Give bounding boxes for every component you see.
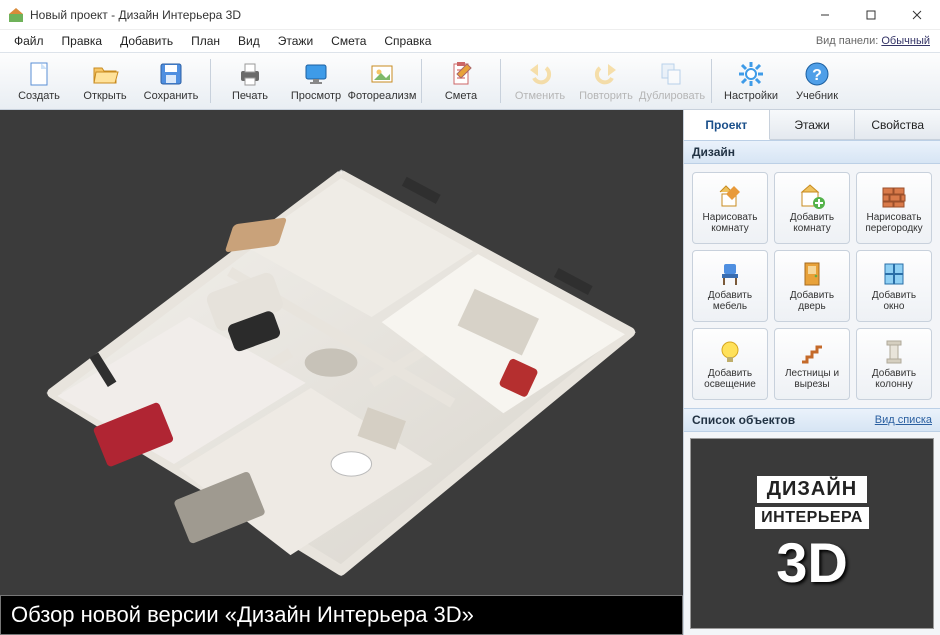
tutorial-button[interactable]: ? Учебник xyxy=(786,55,848,107)
window-title: Новый проект - Дизайн Интерьера 3D xyxy=(30,8,802,22)
save-icon xyxy=(157,60,185,88)
column-icon xyxy=(880,338,908,366)
draw-room-button[interactable]: Нарисоватькомнату xyxy=(692,172,768,244)
undo-icon xyxy=(526,60,554,88)
add-window-button[interactable]: Добавитьокно xyxy=(856,250,932,322)
menu-add[interactable]: Добавить xyxy=(112,32,181,50)
chair-icon xyxy=(716,260,744,288)
side-tabs: Проект Этажи Свойства xyxy=(684,110,940,140)
menu-view[interactable]: Вид xyxy=(230,32,268,50)
stairs-icon xyxy=(798,338,826,366)
titlebar: Новый проект - Дизайн Интерьера 3D xyxy=(0,0,940,30)
print-button[interactable]: Печать xyxy=(219,55,281,107)
toolbar-separator xyxy=(421,59,422,103)
pencil-room-icon xyxy=(716,182,744,210)
video-caption: Обзор новой версии «Дизайн Интерьера 3D» xyxy=(0,595,683,635)
toolbar-separator xyxy=(210,59,211,103)
close-button[interactable] xyxy=(894,0,940,30)
room-plus-icon xyxy=(798,182,826,210)
add-furniture-button[interactable]: Добавитьмебель xyxy=(692,250,768,322)
add-room-button[interactable]: Добавитькомнату xyxy=(774,172,850,244)
add-column-button[interactable]: Добавитьколонну xyxy=(856,328,932,400)
duplicate-icon xyxy=(658,60,686,88)
menu-file[interactable]: Файл xyxy=(6,32,52,50)
printer-icon xyxy=(236,60,264,88)
estimate-button[interactable]: Смета xyxy=(430,55,492,107)
save-button[interactable]: Сохранить xyxy=(140,55,202,107)
maximize-button[interactable] xyxy=(848,0,894,30)
objects-section-header: Список объектов Вид списка xyxy=(684,408,940,432)
stairs-cutouts-button[interactable]: Лестницы ивырезы xyxy=(774,328,850,400)
undo-button[interactable]: Отменить xyxy=(509,55,571,107)
promo-line3: 3D xyxy=(755,535,869,591)
create-button[interactable]: Создать xyxy=(8,55,70,107)
workspace: Обзор новой версии «Дизайн Интерьера 3D»… xyxy=(0,110,940,635)
panel-mode-link[interactable]: Обычный xyxy=(881,35,930,47)
floorplan-render xyxy=(27,147,655,599)
monitor-icon xyxy=(302,60,330,88)
viewport-3d[interactable]: Обзор новой версии «Дизайн Интерьера 3D» xyxy=(0,110,683,635)
settings-button[interactable]: Настройки xyxy=(720,55,782,107)
tab-floors[interactable]: Этажи xyxy=(770,110,856,139)
menubar: Файл Правка Добавить План Вид Этажи Смет… xyxy=(0,30,940,52)
draw-partition-button[interactable]: Нарисоватьперегородку xyxy=(856,172,932,244)
app-icon xyxy=(8,7,24,23)
toolbar-separator xyxy=(711,59,712,103)
folder-open-icon xyxy=(91,60,119,88)
help-icon: ? xyxy=(803,60,831,88)
tab-project[interactable]: Проект xyxy=(684,110,770,140)
toolbar-separator xyxy=(500,59,501,103)
add-door-button[interactable]: Добавитьдверь xyxy=(774,250,850,322)
tab-properties[interactable]: Свойства xyxy=(855,110,940,139)
promo-line2: ИНТЕРЬЕРА xyxy=(755,507,869,529)
menu-estimate[interactable]: Смета xyxy=(323,32,374,50)
design-tool-grid: Нарисоватькомнату Добавитькомнату Нарисо… xyxy=(684,164,940,408)
panel-mode: Вид панели: Обычный xyxy=(816,35,930,47)
open-button[interactable]: Открыть xyxy=(74,55,136,107)
promo-line1: ДИЗАЙН xyxy=(757,476,867,503)
minimize-button[interactable] xyxy=(802,0,848,30)
duplicate-button[interactable]: Дублировать xyxy=(641,55,703,107)
list-view-link[interactable]: Вид списка xyxy=(875,414,932,426)
menu-help[interactable]: Справка xyxy=(376,32,439,50)
add-lighting-button[interactable]: Добавитьосвещение xyxy=(692,328,768,400)
brick-wall-icon xyxy=(880,182,908,210)
photo-icon xyxy=(368,60,396,88)
design-section-header: Дизайн xyxy=(684,140,940,164)
photoreal-button[interactable]: Фотореализм xyxy=(351,55,413,107)
redo-button[interactable]: Повторить xyxy=(575,55,637,107)
menu-plan[interactable]: План xyxy=(183,32,228,50)
lightbulb-icon xyxy=(716,338,744,366)
gear-icon xyxy=(737,60,765,88)
toolbar: Вид панели: Обычный Создать Открыть Сохр… xyxy=(0,52,940,110)
new-file-icon xyxy=(25,60,53,88)
window-icon xyxy=(880,260,908,288)
clipboard-icon xyxy=(447,60,475,88)
redo-icon xyxy=(592,60,620,88)
door-icon xyxy=(798,260,826,288)
side-panel: Проект Этажи Свойства Дизайн Нарисоватьк… xyxy=(683,110,940,635)
menu-floors[interactable]: Этажи xyxy=(270,32,321,50)
promo-banner: ДИЗАЙН ИНТЕРЬЕРА 3D xyxy=(690,438,934,629)
view-button[interactable]: Просмотр xyxy=(285,55,347,107)
menu-edit[interactable]: Правка xyxy=(54,32,111,50)
svg-text:?: ? xyxy=(812,67,822,84)
